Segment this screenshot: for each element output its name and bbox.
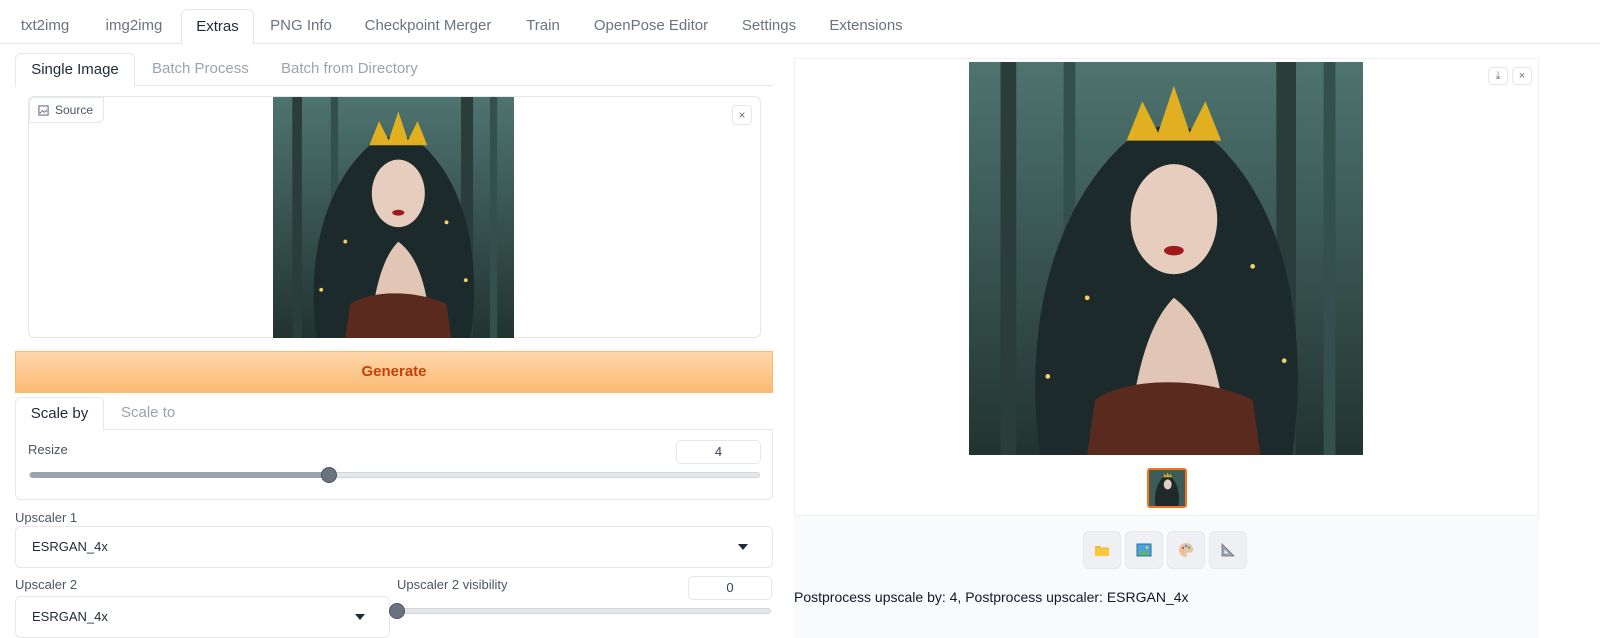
thumbnail-image <box>1149 470 1185 506</box>
generation-info: Postprocess upscale by: 4, Postprocess u… <box>794 589 1189 605</box>
resize-label: Resize <box>28 442 68 457</box>
send-to-extras-button[interactable] <box>1209 531 1247 569</box>
upscaler2-label: Upscaler 2 <box>15 577 78 592</box>
open-folder-button[interactable] <box>1083 531 1121 569</box>
extras-left-panel: Single Image Batch Process Batch from Di… <box>15 53 773 638</box>
tab-train[interactable]: Train <box>512 9 574 44</box>
send-to-inpaint-button[interactable] <box>1167 531 1205 569</box>
ruler-icon <box>1221 543 1235 557</box>
tab-single-image[interactable]: Single Image <box>15 53 135 87</box>
chevron-down-icon <box>355 614 365 620</box>
tab-img2img[interactable]: img2img <box>90 9 178 44</box>
tab-checkpoint-merger[interactable]: Checkpoint Merger <box>350 9 506 44</box>
tab-batch-from-directory[interactable]: Batch from Directory <box>281 53 418 86</box>
tab-extras[interactable]: Extras <box>181 9 254 45</box>
output-image[interactable] <box>969 62 1363 455</box>
chevron-down-icon <box>738 544 748 550</box>
upscaler2-visibility-label: Upscaler 2 visibility <box>397 577 508 592</box>
scale-by-panel: Resize 4 <box>15 430 773 500</box>
scale-tab-bar: Scale by Scale to <box>15 397 773 431</box>
tab-openpose-editor[interactable]: OpenPose Editor <box>580 9 722 44</box>
tab-txt2img[interactable]: txt2img <box>3 9 87 44</box>
close-icon[interactable]: × <box>1512 67 1532 85</box>
source-image-dropzone[interactable]: Source × <box>28 96 761 338</box>
folder-icon <box>1095 546 1109 556</box>
upscaler2-visibility-slider-thumb[interactable] <box>389 603 405 619</box>
upscaler1-dropdown[interactable]: ESRGAN_4x <box>15 526 773 568</box>
tab-extensions[interactable]: Extensions <box>816 9 916 44</box>
resize-slider-fill <box>30 472 330 478</box>
gallery-thumbnail[interactable] <box>1147 468 1187 508</box>
upscaler2-visibility-input[interactable]: 0 <box>688 576 772 600</box>
upscaler2-visibility-slider[interactable] <box>397 608 771 614</box>
source-image <box>273 97 514 338</box>
tab-png-info[interactable]: PNG Info <box>258 9 344 44</box>
main-tab-bar: txt2img img2img Extras PNG Info Checkpoi… <box>0 0 1600 45</box>
tab-scale-by[interactable]: Scale by <box>15 397 104 431</box>
resize-slider[interactable] <box>29 472 760 478</box>
mode-tab-bar: Single Image Batch Process Batch from Di… <box>15 53 773 87</box>
tab-scale-to[interactable]: Scale to <box>121 397 175 430</box>
image-icon <box>38 104 49 116</box>
source-label-text: Source <box>55 103 94 117</box>
output-gallery: ⤓ × <box>794 58 1539 516</box>
upscaler1-label: Upscaler 1 <box>15 510 78 525</box>
source-label: Source <box>29 97 105 123</box>
upscaler2-dropdown[interactable]: ESRGAN_4x <box>15 596 390 638</box>
send-to-img2img-button[interactable] <box>1125 531 1163 569</box>
download-icon[interactable]: ⤓ <box>1488 67 1508 85</box>
upscaler1-value: ESRGAN_4x <box>32 539 108 554</box>
tab-batch-process[interactable]: Batch Process <box>152 53 249 86</box>
output-panel: ⤓ × Postprocess upscale by: 4, Postproce… <box>794 58 1539 638</box>
palette-icon <box>1179 543 1193 557</box>
upscaler2-value: ESRGAN_4x <box>32 609 108 624</box>
clear-source-button[interactable]: × <box>732 105 752 125</box>
generate-button[interactable]: Generate <box>15 351 773 393</box>
tab-settings[interactable]: Settings <box>728 9 810 44</box>
resize-slider-thumb[interactable] <box>320 467 337 483</box>
resize-number-input[interactable]: 4 <box>676 440 761 464</box>
image-icon <box>1136 543 1152 557</box>
